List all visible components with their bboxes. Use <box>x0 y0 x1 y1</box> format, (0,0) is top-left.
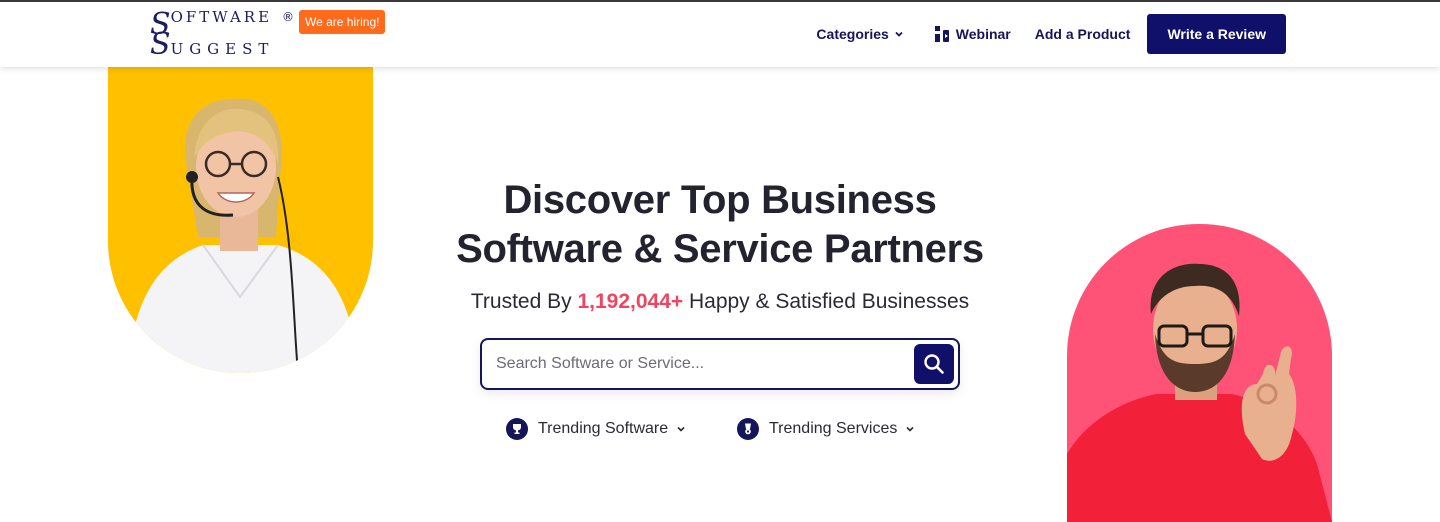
site-header: SOFTWARE ® SUGGEST We are hiring! Catego… <box>0 2 1440 67</box>
search-icon <box>924 354 944 374</box>
man-illustration <box>1067 263 1332 522</box>
nav-categories[interactable]: Categories <box>816 26 903 42</box>
write-review-button[interactable]: Write a Review <box>1147 14 1286 54</box>
hiring-badge[interactable]: We are hiring! <box>299 10 386 34</box>
woman-illustration <box>128 98 358 373</box>
nav-webinar[interactable]: Webinar <box>934 25 1011 43</box>
support-agent-photo <box>108 67 373 373</box>
nav-webinar-label: Webinar <box>955 26 1011 42</box>
trusted-by-suffix: Happy & Satisfied Businesses <box>683 290 970 313</box>
chevron-down-icon <box>906 426 914 432</box>
trending-software-label: Trending Software <box>538 420 669 437</box>
trending-software-toggle[interactable]: Trending Software <box>506 416 686 442</box>
search-input[interactable] <box>496 352 896 376</box>
trusted-by-text: Trusted By 1,192,044+ Happy & Satisfied … <box>400 290 1040 314</box>
business-count: 1,192,044+ <box>577 290 684 313</box>
logo-word-software: OFTWARE <box>170 8 273 26</box>
softwaresuggest-logo[interactable]: SOFTWARE ® SUGGEST <box>150 8 300 64</box>
hero-title: Discover Top Business Software & Service… <box>400 176 1040 274</box>
logo-letter-s2: S <box>150 27 171 62</box>
trusted-by-prefix: Trusted By <box>470 290 578 313</box>
hero-title-line-2: Software & Service Partners <box>456 227 984 271</box>
hero-title-line-1: Discover Top Business <box>503 178 937 222</box>
trending-services-label: Trending Services <box>769 420 898 437</box>
happy-customer-photo <box>1067 224 1332 522</box>
award-icon <box>737 418 759 440</box>
webinar-icon <box>934 26 949 42</box>
search-box <box>480 338 960 390</box>
nav-add-product[interactable]: Add a Product <box>1035 26 1131 42</box>
chevron-down-icon <box>895 31 903 37</box>
logo-word-suggest: UGGEST <box>170 40 275 58</box>
chevron-down-icon <box>677 426 685 432</box>
trophy-icon <box>506 418 528 440</box>
main-nav: Categories Webinar Add a Product Write a… <box>816 14 1286 54</box>
registered-mark: ® <box>282 10 294 24</box>
nav-categories-label: Categories <box>816 26 889 42</box>
trending-services-toggle[interactable]: Trending Services <box>737 416 915 442</box>
search-button[interactable] <box>914 344 954 384</box>
